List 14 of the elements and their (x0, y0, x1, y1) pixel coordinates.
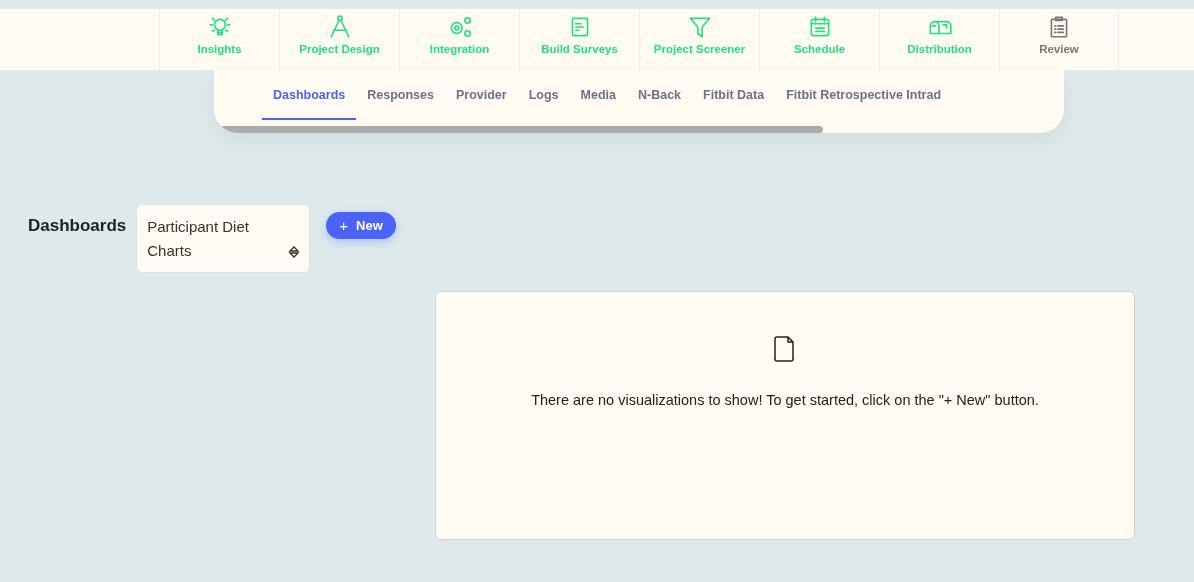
empty-message: There are no visualizations to show! To get started, click on the "+ New" button. (531, 392, 1039, 408)
document-icon (774, 336, 796, 362)
tab[interactable]: Logs (517, 70, 570, 120)
tab[interactable]: Fitbit Data (692, 70, 776, 120)
tab[interactable]: Provider (444, 70, 518, 120)
dashboard-select[interactable]: Participant Diet Charts (136, 204, 311, 273)
new-button[interactable]: + New (326, 212, 396, 239)
tab[interactable]: Fitbit Retrospective Intrad (775, 70, 953, 120)
tab[interactable]: Media (569, 70, 627, 120)
tab[interactable]: Dashboards (262, 70, 357, 120)
section-heading: Dashboards (28, 216, 127, 236)
sort-caret-icon (288, 245, 301, 259)
tab[interactable]: N-Back (626, 70, 693, 120)
tab[interactable]: Responses (356, 70, 445, 120)
